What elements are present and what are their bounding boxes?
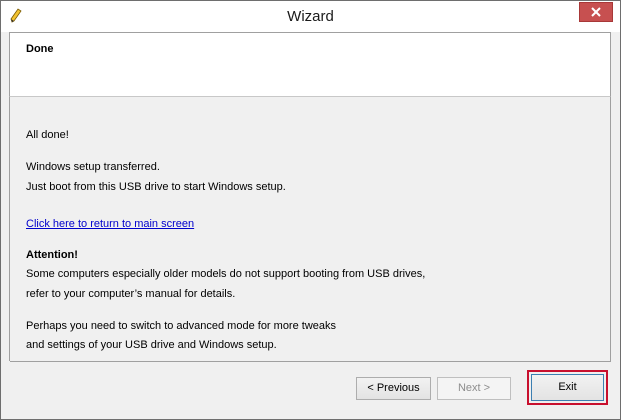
- attention-line-1: Some computers especially older models d…: [26, 268, 426, 280]
- exit-highlight-box: [527, 370, 608, 405]
- close-icon: [591, 7, 601, 17]
- close-button[interactable]: [579, 2, 613, 22]
- previous-button[interactable]: < Previous: [356, 377, 431, 400]
- footer-separator: [10, 361, 611, 362]
- header-panel: Done: [9, 32, 611, 97]
- wizard-window: Wizard Done All done! Windows setup tran…: [0, 0, 621, 420]
- attention-line-2: refer to your computer’s manual for deta…: [26, 288, 236, 300]
- next-button[interactable]: Next >: [437, 377, 511, 400]
- title-bar[interactable]: Wizard: [1, 1, 620, 32]
- all-done-text: All done!: [26, 129, 69, 141]
- window-title: Wizard: [287, 8, 334, 25]
- advanced-line-1: Perhaps you need to switch to advanced m…: [26, 320, 337, 332]
- transferred-text: Windows setup transferred.: [26, 161, 160, 173]
- return-to-main-link[interactable]: Click here to return to main screen: [26, 218, 194, 230]
- content-panel: All done! Windows setup transferred. Jus…: [9, 97, 611, 361]
- boot-hint-text: Just boot from this USB drive to start W…: [26, 181, 286, 193]
- attention-title: Attention!: [26, 249, 78, 261]
- advanced-line-2: and settings of your USB drive and Windo…: [26, 339, 277, 351]
- page-title: Done: [26, 43, 54, 55]
